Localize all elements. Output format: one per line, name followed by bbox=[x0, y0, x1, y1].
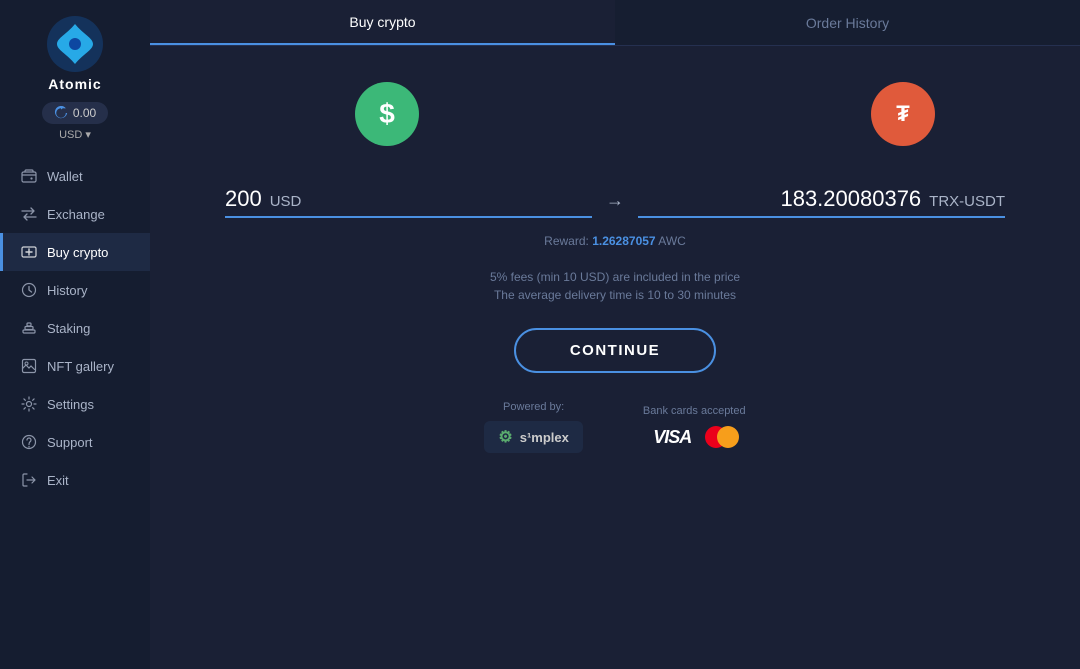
staking-label: Staking bbox=[47, 321, 90, 336]
main-content: Buy crypto Order History $ ₮ 200 USD → 1… bbox=[150, 0, 1080, 669]
exchange-row: 200 USD → 183.20080376 TRX-USDT bbox=[225, 186, 1005, 218]
from-amount-value: 200 bbox=[225, 186, 262, 212]
refresh-icon bbox=[54, 106, 68, 120]
staking-icon bbox=[21, 320, 37, 336]
powered-by-label: Powered by: bbox=[503, 401, 564, 413]
delivery-note: The average delivery time is 10 to 30 mi… bbox=[490, 288, 740, 302]
sidebar-item-nft-gallery[interactable]: NFT gallery bbox=[0, 347, 150, 385]
sidebar-item-staking[interactable]: Staking bbox=[0, 309, 150, 347]
reward-row: Reward: 1.26287057 AWC bbox=[225, 234, 1005, 248]
support-icon bbox=[21, 434, 37, 450]
powered-by-section: Powered by: ⚙ s¹mplex bbox=[484, 401, 582, 453]
to-amount-group: 183.20080376 TRX-USDT bbox=[638, 186, 1005, 218]
mastercard-right-circle bbox=[717, 426, 739, 448]
buy-crypto-icon bbox=[21, 244, 37, 260]
sidebar-item-wallet[interactable]: Wallet bbox=[0, 157, 150, 195]
bank-cards-label: Bank cards accepted bbox=[643, 405, 746, 417]
balance-value: 0.00 bbox=[73, 106, 96, 120]
cards-icons: VISA bbox=[647, 425, 741, 450]
tab-buy-crypto[interactable]: Buy crypto bbox=[150, 0, 615, 45]
fee-note: 5% fees (min 10 USD) are included in the… bbox=[490, 270, 740, 284]
mastercard-logo bbox=[705, 425, 741, 449]
fee-info: 5% fees (min 10 USD) are included in the… bbox=[490, 270, 740, 306]
history-label: History bbox=[47, 283, 87, 298]
trx-icon: ₮ bbox=[871, 82, 935, 146]
settings-label: Settings bbox=[47, 397, 94, 412]
nav-menu: Wallet Exchange Buy crypto History bbox=[0, 157, 150, 499]
bank-cards-section: Bank cards accepted VISA bbox=[643, 405, 746, 450]
to-amount-value: 183.20080376 bbox=[780, 186, 921, 212]
from-amount-group: 200 USD bbox=[225, 186, 592, 218]
from-currency-tag: USD bbox=[270, 193, 302, 210]
simplex-gear-icon: ⚙ bbox=[498, 427, 512, 447]
from-input-wrapper: 200 USD bbox=[225, 186, 592, 218]
sidebar-item-buy-crypto[interactable]: Buy crypto bbox=[0, 233, 150, 271]
exchange-label: Exchange bbox=[47, 207, 105, 222]
logo-container: Atomic bbox=[47, 16, 103, 92]
sidebar-item-history[interactable]: History bbox=[0, 271, 150, 309]
sidebar-item-settings[interactable]: Settings bbox=[0, 385, 150, 423]
reward-amount: 1.26287057 bbox=[592, 234, 655, 248]
nft-label: NFT gallery bbox=[47, 359, 114, 374]
app-name: Atomic bbox=[48, 76, 101, 92]
to-currency-tag: TRX-USDT bbox=[929, 193, 1005, 210]
exit-icon bbox=[21, 472, 37, 488]
exchange-icon bbox=[21, 206, 37, 222]
sidebar: Atomic 0.00 USD ▾ Wallet Exchange bbox=[0, 0, 150, 669]
buy-crypto-content: $ ₮ 200 USD → 183.20080376 TRX-USDT Rewa… bbox=[150, 46, 1080, 669]
powered-row: Powered by: ⚙ s¹mplex Bank cards accepte… bbox=[484, 401, 745, 453]
wallet-icon bbox=[21, 168, 37, 184]
usd-icon: $ bbox=[355, 82, 419, 146]
reward-currency: AWC bbox=[658, 234, 686, 248]
visa-logo: VISA bbox=[647, 425, 697, 450]
continue-button[interactable]: CONTINUE bbox=[514, 328, 716, 373]
buy-crypto-label: Buy crypto bbox=[47, 245, 108, 260]
arrow-icon: → bbox=[592, 190, 638, 211]
exit-label: Exit bbox=[47, 473, 69, 488]
to-input-wrapper: 183.20080376 TRX-USDT bbox=[638, 186, 1005, 218]
history-icon bbox=[21, 282, 37, 298]
support-label: Support bbox=[47, 435, 93, 450]
simplex-label: s¹mplex bbox=[520, 430, 569, 445]
sidebar-item-support[interactable]: Support bbox=[0, 423, 150, 461]
simplex-badge: ⚙ s¹mplex bbox=[484, 421, 582, 453]
balance-badge[interactable]: 0.00 bbox=[42, 102, 108, 124]
wallet-label: Wallet bbox=[47, 169, 83, 184]
sidebar-item-exit[interactable]: Exit bbox=[0, 461, 150, 499]
atomic-logo-icon bbox=[47, 16, 103, 72]
nft-icon bbox=[21, 358, 37, 374]
currency-label[interactable]: USD ▾ bbox=[59, 128, 91, 141]
currency-icons-row: $ ₮ bbox=[225, 76, 1005, 152]
sidebar-item-exchange[interactable]: Exchange bbox=[0, 195, 150, 233]
tab-order-history[interactable]: Order History bbox=[615, 0, 1080, 45]
reward-label: Reward: bbox=[544, 234, 589, 248]
tab-bar: Buy crypto Order History bbox=[150, 0, 1080, 46]
settings-icon bbox=[21, 396, 37, 412]
